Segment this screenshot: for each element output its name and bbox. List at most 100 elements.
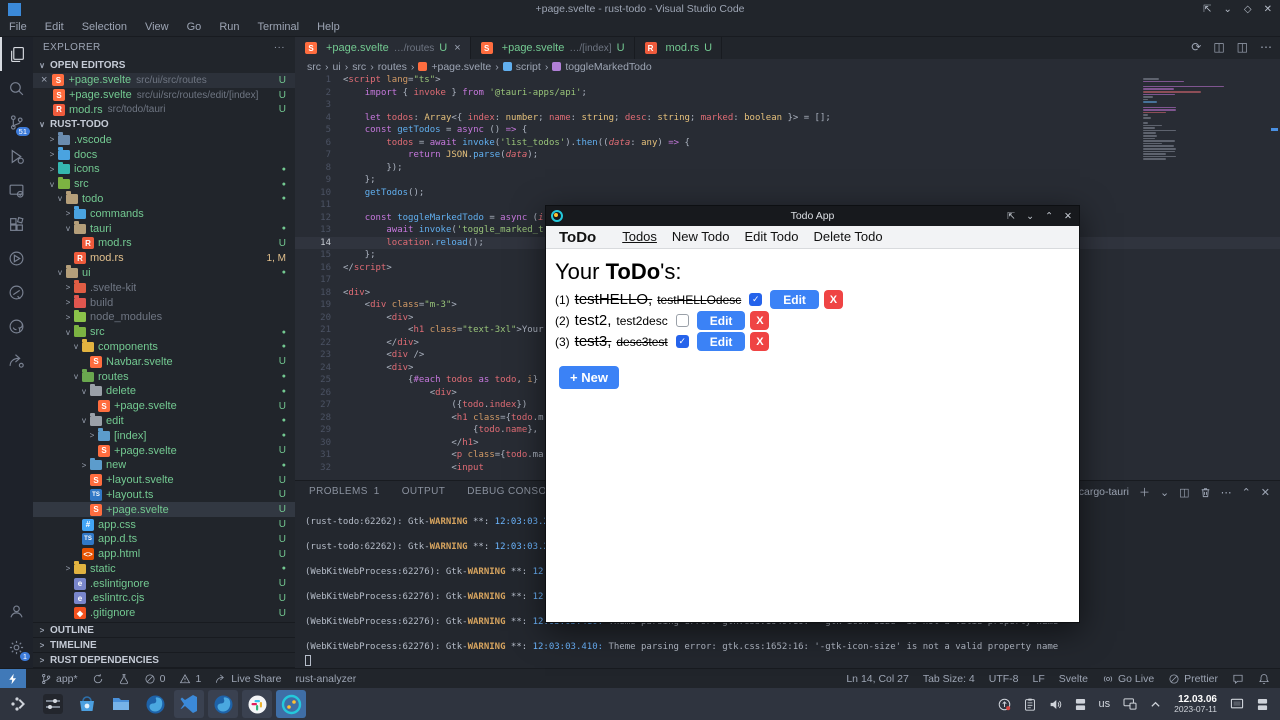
terminal-action-icon[interactable]: ＋ xyxy=(1139,484,1150,500)
menu-selection[interactable]: Selection xyxy=(73,21,136,33)
tree-item-build[interactable]: >build xyxy=(33,295,295,310)
monitor-tray-icon[interactable] xyxy=(1230,698,1244,710)
close-tab-icon[interactable]: × xyxy=(454,42,460,54)
kbd-tray-icon[interactable] xyxy=(1075,698,1086,711)
update-tray-icon[interactable] xyxy=(998,698,1011,711)
editor-action-icon[interactable]: ◫ xyxy=(1213,40,1224,54)
status-item-sync[interactable] xyxy=(92,673,104,685)
edit-todo-button[interactable]: Edit xyxy=(697,311,746,330)
remote-activity-icon[interactable] xyxy=(0,173,33,207)
tree-item-src[interactable]: vsrc● xyxy=(33,325,295,340)
code-line-7[interactable]: 7 return JSON.parse(data); xyxy=(295,149,1280,162)
menu-terminal[interactable]: Terminal xyxy=(249,21,309,33)
tree-item-delete[interactable]: vdelete● xyxy=(33,384,295,399)
section-rust-dependencies[interactable]: >RUST DEPENDENCIES xyxy=(33,653,295,668)
breadcrumb-item[interactable]: ui xyxy=(333,61,341,73)
chevup-tray-icon[interactable] xyxy=(1150,699,1161,710)
editor-actions[interactable]: ⟳◫◫⋯ xyxy=(1191,40,1272,54)
menu-help[interactable]: Help xyxy=(308,21,349,33)
code-line-3[interactable]: 3 xyxy=(295,99,1280,112)
open-editors-header[interactable]: ∨ OPEN EDITORS xyxy=(33,58,295,73)
taskbar-app-store[interactable] xyxy=(72,690,102,718)
tree-item--vscode[interactable]: >.vscode xyxy=(33,132,295,147)
todo-checkbox[interactable]: ✓ xyxy=(749,293,762,306)
status-item-feedback[interactable] xyxy=(1232,673,1244,685)
terminal-action-icon[interactable]: ◫ xyxy=(1179,486,1189,499)
edit-todo-button[interactable]: Edit xyxy=(770,290,819,309)
tab--page-svelte[interactable]: S+page.svelte…/[index]U xyxy=(471,37,635,59)
tab--page-svelte[interactable]: S+page.svelte…/routesU× xyxy=(295,37,471,59)
taskbar-clock[interactable]: 12.03.062023-07-11 xyxy=(1174,694,1217,714)
tree-item-new[interactable]: >new● xyxy=(33,458,295,473)
taskbar-app-vscode[interactable] xyxy=(174,690,204,718)
share-activity-icon[interactable] xyxy=(0,343,33,377)
terminal-action-icon[interactable]: ⌃ xyxy=(1242,486,1251,499)
code-line-6[interactable]: 6 todos = await invoke('list_todos').the… xyxy=(295,137,1280,150)
rolldown-icon[interactable]: ⌄ xyxy=(1026,211,1034,222)
status-item-ln-14-col-27[interactable]: Ln 14, Col 27 xyxy=(846,673,908,685)
status-item-prettier[interactable]: Prettier xyxy=(1168,673,1218,685)
status-item-go-live[interactable]: Go Live xyxy=(1102,673,1154,685)
pin-icon[interactable]: ⇱ xyxy=(1007,211,1015,222)
tree-item-commands[interactable]: >commands xyxy=(33,206,295,221)
breadcrumb-item[interactable]: src xyxy=(307,61,321,73)
section-outline[interactable]: >OUTLINE xyxy=(33,623,295,638)
taskbar-app-apps[interactable] xyxy=(4,690,34,718)
taskbar-app-tweaks[interactable] xyxy=(38,690,68,718)
section-timeline[interactable]: >TIMELINE xyxy=(33,638,295,653)
taskbar-app-slack[interactable] xyxy=(242,690,272,718)
new-todo-button[interactable]: + New xyxy=(559,366,619,389)
tree-item-node-modules[interactable]: >node_modules xyxy=(33,310,295,325)
code-line-9[interactable]: 9 }; xyxy=(295,174,1280,187)
code-line-10[interactable]: 10 getTodos(); xyxy=(295,187,1280,200)
tree-item--gitignore[interactable]: ◆.gitignoreU xyxy=(33,606,295,621)
todo-nav-edit-todo[interactable]: Edit Todo xyxy=(745,229,799,244)
code-line-1[interactable]: 1<script lang="ts"> xyxy=(295,74,1280,87)
taskbar-app-firefox[interactable] xyxy=(140,690,170,718)
tree-item--eslintrc-cjs[interactable]: e.eslintrc.cjsU xyxy=(33,591,295,606)
delete-todo-button[interactable]: X xyxy=(750,332,769,351)
tree-item-ui[interactable]: vui● xyxy=(33,266,295,281)
menu-go[interactable]: Go xyxy=(178,21,211,33)
tree-item-static[interactable]: >static● xyxy=(33,562,295,577)
todo-checkbox[interactable]: ✓ xyxy=(676,335,689,348)
explorer-more-icon[interactable]: ··· xyxy=(274,42,285,53)
remote-indicator[interactable] xyxy=(0,669,26,689)
todo-nav-new-todo[interactable]: New Todo xyxy=(672,229,730,244)
status-item-0[interactable]: 0 xyxy=(144,673,166,685)
taskbar-app-files[interactable] xyxy=(106,690,136,718)
status-item-1[interactable]: 1 xyxy=(179,673,201,685)
open-editor-item[interactable]: Rmod.rssrc/todo/tauriU xyxy=(33,103,295,118)
terminal-action-icon[interactable]: ⌄ xyxy=(1160,486,1169,499)
display-tray-icon[interactable] xyxy=(1123,698,1137,710)
breadcrumb[interactable]: src›ui›src›routes›+page.svelte›script›to… xyxy=(295,59,1280,74)
code-line-2[interactable]: 2 import { invoke } from '@tauri-apps/ap… xyxy=(295,87,1280,100)
breadcrumb-item[interactable]: src xyxy=(352,61,366,73)
status-item-app-[interactable]: app* xyxy=(40,673,78,685)
close-icon[interactable]: ✕ xyxy=(1264,4,1272,15)
delete-todo-button[interactable]: X xyxy=(824,290,843,309)
open-editor-item[interactable]: ×S+page.sveltesrc/ui/src/routesU xyxy=(33,73,295,88)
taskbar-app-firefox[interactable] xyxy=(208,690,238,718)
account-activity-icon[interactable] xyxy=(0,594,33,628)
menu-run[interactable]: Run xyxy=(210,21,248,33)
panel-tab-output[interactable]: OUTPUT xyxy=(402,486,446,497)
rollup-icon[interactable]: ⌃ xyxy=(1045,211,1053,222)
clipboard-tray-icon[interactable] xyxy=(1024,698,1036,711)
tree-item-icons[interactable]: >icons● xyxy=(33,162,295,177)
editor-action-icon[interactable]: ◫ xyxy=(1237,40,1248,54)
tree-item-mod-rs[interactable]: Rmod.rsU xyxy=(33,236,295,251)
tree-item-app-html[interactable]: <>app.htmlU xyxy=(33,547,295,562)
keyboard-layout-indicator[interactable]: us xyxy=(1099,698,1111,710)
menu-view[interactable]: View xyxy=(136,21,178,33)
status-item-svelte[interactable]: Svelte xyxy=(1059,673,1088,685)
code-line-4[interactable]: 4 let todos: Array<{ index: number; name… xyxy=(295,112,1280,125)
delete-todo-button[interactable]: X xyxy=(750,311,769,330)
github-activity-icon[interactable] xyxy=(0,309,33,343)
tree-item--page-svelte[interactable]: S+page.svelteU xyxy=(33,399,295,414)
breadcrumb-item[interactable]: routes xyxy=(378,61,407,73)
tree-item-mod-rs[interactable]: Rmod.rs1, M xyxy=(33,251,295,266)
tree-item-src[interactable]: vsrc● xyxy=(33,177,295,192)
open-editor-item[interactable]: S+page.sveltesrc/ui/src/routes/edit/[ind… xyxy=(33,88,295,103)
status-item-tab-size-4[interactable]: Tab Size: 4 xyxy=(923,673,975,685)
